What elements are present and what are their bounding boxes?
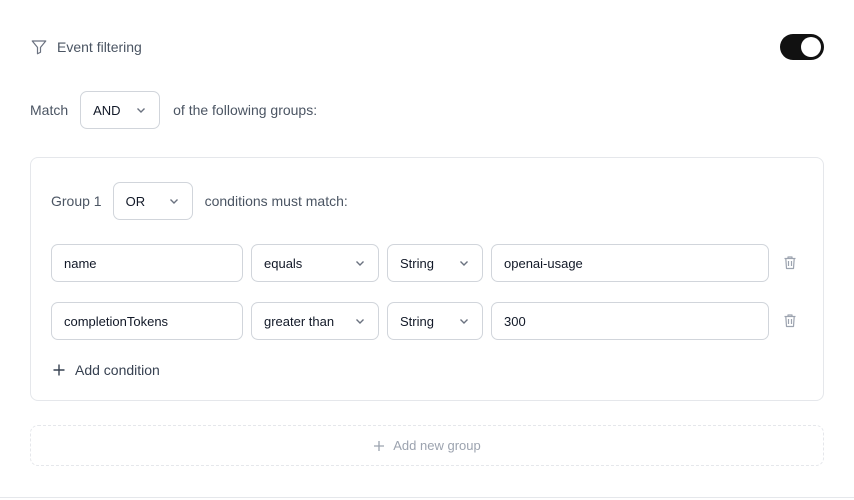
match-operator-select[interactable]: AND xyxy=(80,91,161,129)
chevron-down-icon xyxy=(135,104,147,116)
chevron-down-icon xyxy=(354,257,366,269)
event-filtering-title: Event filtering xyxy=(30,38,142,56)
trash-icon[interactable] xyxy=(783,255,797,270)
panel-divider xyxy=(0,497,854,498)
plus-icon xyxy=(53,364,65,376)
event-filtering-header: Event filtering xyxy=(30,33,824,61)
match-suffix: of the following groups: xyxy=(173,102,318,118)
match-prefix: Match xyxy=(30,102,69,118)
condition-field-input[interactable]: name xyxy=(51,244,243,282)
condition-value-text: openai-usage xyxy=(504,255,583,271)
condition-value-input[interactable]: 300 xyxy=(491,302,769,340)
filter-icon xyxy=(30,38,48,56)
group-operator-select[interactable]: OR xyxy=(112,182,193,220)
group-label: Group 1 xyxy=(51,193,102,209)
condition-type-value: String xyxy=(400,255,434,271)
chevron-down-icon xyxy=(458,315,470,327)
previous-section-label-clipped xyxy=(30,0,170,2)
chevron-down-icon xyxy=(458,257,470,269)
condition-field-input[interactable]: completionTokens xyxy=(51,302,243,340)
condition-row: name equals String openai-usage xyxy=(51,244,811,282)
chevron-down-icon xyxy=(354,315,366,327)
add-condition-button[interactable]: Add condition xyxy=(52,360,160,380)
trash-icon[interactable] xyxy=(783,313,797,328)
add-new-group-label: Add new group xyxy=(393,438,481,453)
toggle-knob xyxy=(801,37,821,57)
group-suffix: conditions must match: xyxy=(204,193,348,209)
condition-value-input[interactable]: openai-usage xyxy=(491,244,769,282)
condition-type-select[interactable]: String xyxy=(387,244,483,282)
condition-group-1: Group 1 OR conditions must match: name e… xyxy=(30,157,824,401)
chevron-down-icon xyxy=(168,195,180,207)
condition-type-value: String xyxy=(400,313,434,329)
group-operator-value: OR xyxy=(125,193,146,209)
group-header: Group 1 OR conditions must match: xyxy=(51,182,348,220)
condition-value-text: 300 xyxy=(504,313,526,329)
match-operator-value: AND xyxy=(93,102,121,118)
add-new-group-button[interactable]: Add new group xyxy=(30,425,824,466)
condition-row: completionTokens greater than String 300 xyxy=(51,302,811,340)
condition-operator-select[interactable]: equals xyxy=(251,244,379,282)
plus-icon xyxy=(374,440,385,451)
event-filtering-toggle[interactable] xyxy=(780,34,824,60)
add-condition-label: Add condition xyxy=(75,362,160,378)
condition-operator-value: equals xyxy=(264,255,303,271)
condition-operator-value: greater than xyxy=(264,313,335,329)
condition-field-value: name xyxy=(64,255,97,271)
condition-type-select[interactable]: String xyxy=(387,302,483,340)
condition-operator-select[interactable]: greater than xyxy=(251,302,379,340)
match-row: Match AND of the following groups: xyxy=(30,91,317,129)
event-filtering-label: Event filtering xyxy=(57,39,142,55)
condition-field-value: completionTokens xyxy=(64,313,169,329)
